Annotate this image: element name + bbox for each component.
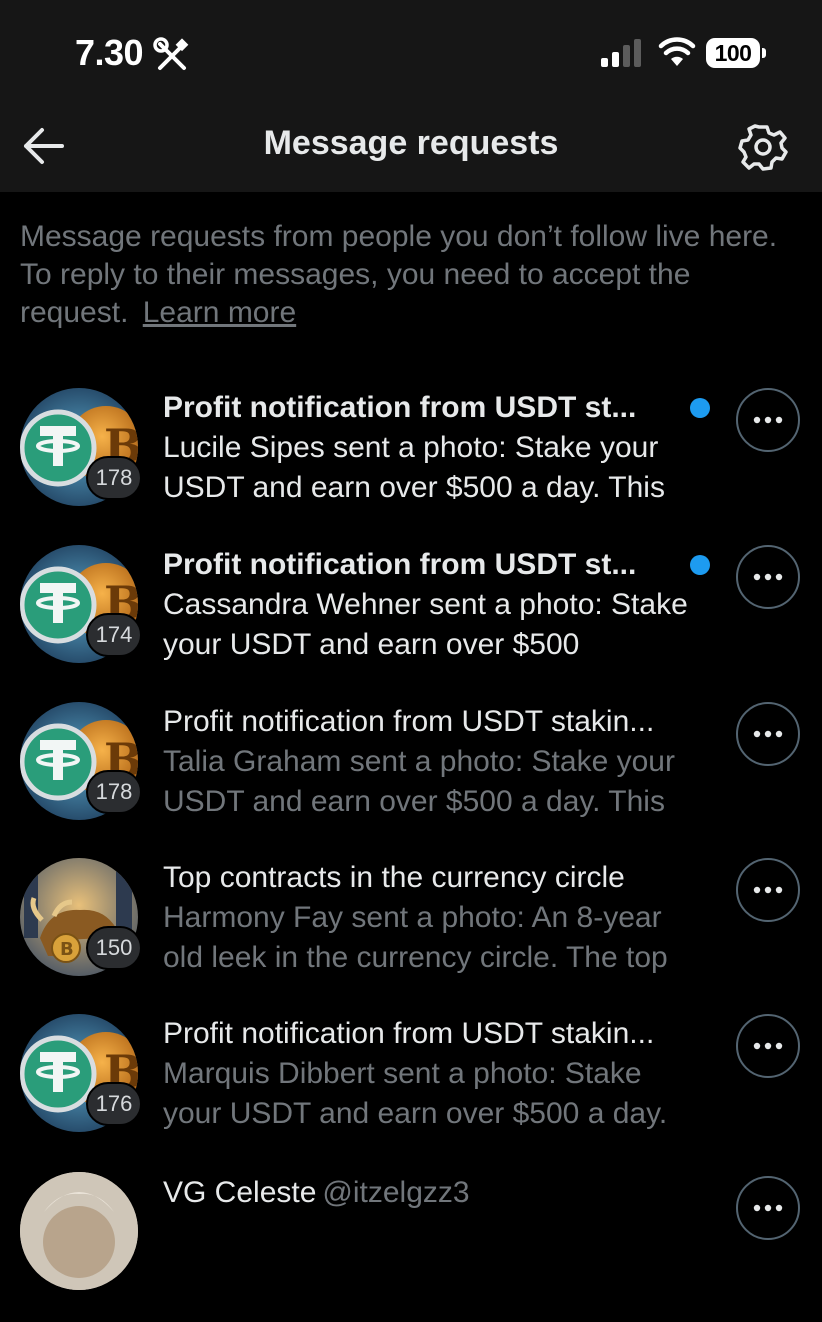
more-options-button[interactable] bbox=[736, 702, 800, 766]
more-dots-icon bbox=[753, 416, 783, 424]
count-badge: 174 bbox=[86, 613, 142, 657]
battery-indicator: 100 bbox=[706, 38, 760, 68]
more-options-button[interactable] bbox=[736, 858, 800, 922]
request-row[interactable]: B 174 Profit notification from USDT st..… bbox=[0, 545, 822, 695]
sender-name: VG Celeste bbox=[163, 1176, 317, 1209]
more-options-button[interactable] bbox=[736, 1014, 800, 1078]
unread-dot bbox=[690, 398, 710, 418]
request-title: Profit notification from USDT st... bbox=[163, 391, 637, 424]
more-dots-icon bbox=[753, 730, 783, 738]
request-preview: Lucile Sipes sent a photo: Stake your US… bbox=[163, 431, 665, 504]
learn-more-link[interactable]: Learn more bbox=[143, 296, 296, 329]
avatar: B 150 bbox=[20, 858, 142, 976]
top-bar: 7.30 100 Message requests bbox=[0, 0, 822, 192]
request-title: Profit notification from USDT stakin... bbox=[163, 705, 655, 738]
request-preview: Marquis Dibbert sent a photo: Stake your… bbox=[163, 1057, 668, 1130]
count-badge: 150 bbox=[86, 926, 142, 970]
sender-handle: @itzelgzz3 bbox=[322, 1176, 470, 1209]
request-text: Profit notification from USDT st... Luci… bbox=[163, 388, 703, 508]
more-options-button[interactable] bbox=[736, 545, 800, 609]
more-dots-icon bbox=[753, 573, 783, 581]
request-text: Profit notification from USDT stakin... … bbox=[163, 1014, 703, 1134]
avatar: B 174 bbox=[20, 545, 142, 663]
page-title: Message requests bbox=[263, 124, 559, 162]
request-preview: Cassandra Wehner sent a photo: Stake you… bbox=[163, 588, 688, 661]
request-text: VG Celeste @itzelgzz3 bbox=[163, 1176, 703, 1210]
avatar: B 178 bbox=[20, 388, 142, 506]
avatar bbox=[20, 1172, 138, 1290]
count-badge: 176 bbox=[86, 1082, 142, 1126]
request-row-partial[interactable]: VG Celeste @itzelgzz3 bbox=[0, 1172, 822, 1322]
request-text: Top contracts in the currency circle Har… bbox=[163, 858, 703, 978]
avatar: B 178 bbox=[20, 702, 142, 820]
cellular-signal-icon bbox=[601, 39, 641, 67]
request-preview: Harmony Fay sent a photo: An 8-year old … bbox=[163, 901, 668, 974]
request-row[interactable]: B 176 Profit notification from USDT stak… bbox=[0, 1014, 822, 1164]
request-title: Top contracts in the currency circle bbox=[163, 861, 625, 894]
request-row[interactable]: B 150 Top contracts in the currency circ… bbox=[0, 858, 822, 1008]
request-row[interactable]: B 178 Profit notification from USDT st..… bbox=[0, 388, 822, 538]
request-text: Profit notification from USDT st... Cass… bbox=[163, 545, 703, 665]
count-badge: 178 bbox=[86, 456, 142, 500]
intro-text: Message requests from people you don’t f… bbox=[20, 218, 800, 332]
avatar: B 176 bbox=[20, 1014, 142, 1132]
wifi-icon bbox=[658, 37, 696, 66]
intro-description: Message requests from people you don’t f… bbox=[20, 220, 778, 329]
gear-icon[interactable] bbox=[738, 122, 788, 172]
request-preview: Talia Graham sent a photo: Stake your US… bbox=[163, 745, 675, 818]
request-text: Profit notification from USDT stakin... … bbox=[163, 702, 703, 822]
status-time: 7.30 bbox=[75, 32, 144, 73]
svg-text:B: B bbox=[60, 939, 74, 960]
count-badge: 178 bbox=[86, 770, 142, 814]
unread-dot bbox=[690, 555, 710, 575]
more-dots-icon bbox=[753, 1042, 783, 1050]
request-row[interactable]: B 178 Profit notification from USDT stak… bbox=[0, 702, 822, 852]
request-title: Profit notification from USDT stakin... bbox=[163, 1017, 655, 1050]
request-title: Profit notification from USDT st... bbox=[163, 548, 637, 581]
more-dots-icon bbox=[753, 1204, 783, 1212]
tools-icon bbox=[153, 37, 189, 70]
battery-cap bbox=[762, 48, 766, 58]
more-options-button[interactable] bbox=[736, 1176, 800, 1240]
more-options-button[interactable] bbox=[736, 388, 800, 452]
more-dots-icon bbox=[753, 886, 783, 894]
